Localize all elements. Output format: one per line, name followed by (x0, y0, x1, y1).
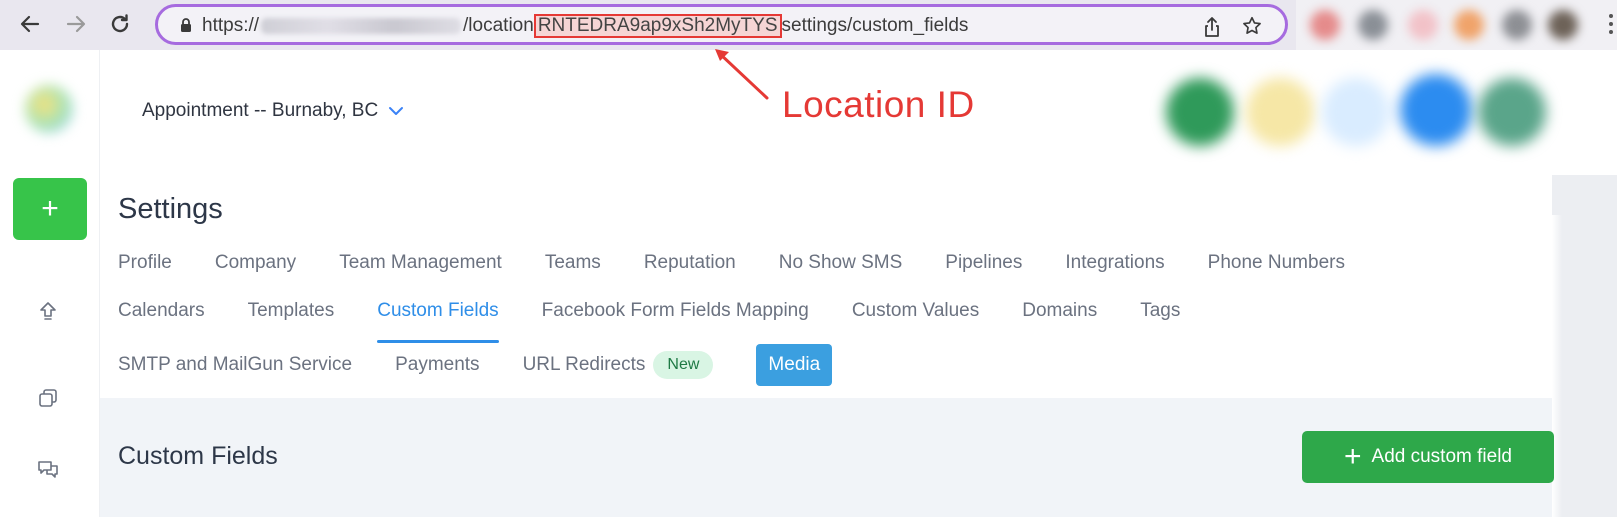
arrow-right-icon (66, 15, 86, 33)
left-sidebar: + (0, 50, 100, 517)
settings-tabs-row-2: Calendars Templates Custom Fields Facebo… (118, 296, 1223, 343)
extension-icon[interactable] (1358, 10, 1388, 40)
tab-pipelines[interactable]: Pipelines (945, 248, 1022, 278)
extensions-area (1296, 0, 1617, 50)
settings-tabs-row-1: Profile Company Team Management Teams Re… (118, 248, 1388, 278)
section-title: Custom Fields (118, 442, 278, 470)
tab-calendars[interactable]: Calendars (118, 296, 205, 326)
tab-url-redirects[interactable]: URL Redirects New (523, 350, 714, 380)
custom-fields-content: Custom Fields + Add custom field (100, 398, 1554, 517)
tab-custom-values[interactable]: Custom Values (852, 296, 979, 326)
tab-media[interactable]: Media (756, 344, 833, 386)
back-button[interactable] (16, 10, 44, 38)
tab-integrations[interactable]: Integrations (1065, 248, 1164, 278)
location-selector[interactable]: Appointment -- Burnaby, BC (142, 100, 404, 122)
tab-profile[interactable]: Profile (118, 248, 172, 278)
location-id-highlight: RNTEDRA9ap9xSh2MyTYS (533, 14, 782, 38)
annotation-label: Location ID (782, 84, 975, 125)
tab-phone-numbers[interactable]: Phone Numbers (1208, 248, 1345, 278)
chevron-down-icon (389, 107, 404, 115)
app-logo[interactable] (25, 85, 73, 133)
chat-icon[interactable] (35, 456, 61, 482)
reload-icon (111, 14, 129, 33)
url-path-before: /location (463, 15, 534, 36)
extension-icon[interactable] (1502, 10, 1532, 40)
upload-icon[interactable] (35, 298, 61, 324)
plus-icon: + (1344, 440, 1362, 473)
location-selector-label: Appointment -- Burnaby, BC (142, 100, 379, 121)
tab-smtp-mailgun[interactable]: SMTP and MailGun Service (118, 350, 352, 380)
tab-no-show-sms[interactable]: No Show SMS (779, 248, 903, 278)
add-custom-field-button[interactable]: + Add custom field (1302, 431, 1554, 483)
address-bar[interactable]: https:// /location RNTEDRA9ap9xSh2MyTYS … (155, 4, 1288, 45)
url-blurred-domain (261, 18, 462, 34)
url-path-after: settings/custom_fields (781, 15, 969, 36)
header-avatar[interactable] (1478, 78, 1546, 146)
quick-add-button[interactable]: + (13, 178, 87, 240)
tab-facebook-form-fields-mapping[interactable]: Facebook Form Fields Mapping (542, 296, 809, 326)
page-title: Settings (118, 193, 223, 225)
extension-icon[interactable] (1310, 10, 1340, 40)
add-custom-field-label: Add custom field (1371, 446, 1512, 467)
tab-templates[interactable]: Templates (248, 296, 335, 326)
kebab-menu-icon[interactable] (1609, 14, 1613, 38)
header-avatar[interactable] (1322, 78, 1390, 146)
new-badge: New (653, 350, 714, 379)
tab-payments[interactable]: Payments (395, 350, 479, 380)
extension-icon[interactable] (1408, 10, 1438, 40)
lock-icon (181, 18, 191, 32)
header-avatar[interactable] (1400, 74, 1472, 146)
extension-icon[interactable] (1454, 10, 1484, 40)
settings-panel: Settings Profile Company Team Management… (100, 175, 1552, 398)
share-icon[interactable] (1203, 16, 1221, 38)
forward-button[interactable] (62, 10, 90, 38)
settings-tabs-row-3: SMTP and MailGun Service Payments URL Re… (118, 344, 875, 386)
header-avatar[interactable] (1166, 78, 1234, 146)
reload-button[interactable] (106, 10, 134, 38)
copy-icon[interactable] (35, 385, 61, 411)
arrow-left-icon (20, 15, 40, 33)
tab-reputation[interactable]: Reputation (644, 248, 736, 278)
url-prefix: https:// (202, 15, 260, 36)
tab-team-management[interactable]: Team Management (339, 248, 502, 278)
url-text: https:// /location RNTEDRA9ap9xSh2MyTYS … (202, 14, 968, 38)
tab-teams[interactable]: Teams (545, 248, 601, 278)
annotation-arrow-icon (715, 49, 769, 100)
profile-avatar[interactable] (1548, 10, 1578, 40)
star-icon[interactable] (1241, 15, 1263, 37)
tab-custom-fields[interactable]: Custom Fields (377, 296, 500, 343)
tab-company[interactable]: Company (215, 248, 296, 278)
tab-domains[interactable]: Domains (1022, 296, 1097, 326)
tab-url-redirects-label: URL Redirects (522, 354, 646, 375)
right-panel-edge (1552, 175, 1617, 517)
browser-toolbar: https:// /location RNTEDRA9ap9xSh2MyTYS … (0, 0, 1617, 50)
header-avatar[interactable] (1246, 78, 1314, 146)
tab-tags[interactable]: Tags (1140, 296, 1180, 326)
